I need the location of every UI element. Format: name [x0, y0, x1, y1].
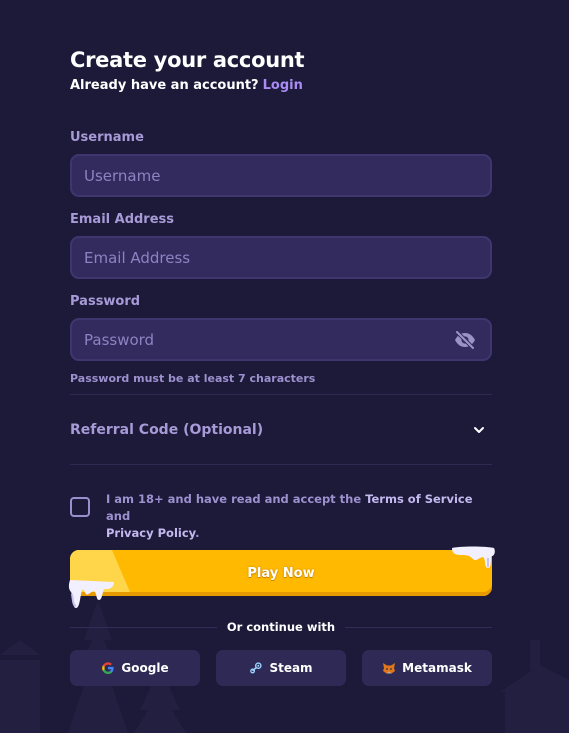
email-label: Email Address: [70, 212, 175, 227]
metamask-label: Metamask: [402, 661, 472, 675]
terms-row: I am 18+ and have read and accept the Te…: [70, 491, 492, 542]
terms-prefix: I am 18+ and have read and accept the: [106, 492, 362, 506]
divider-line: [345, 626, 493, 628]
terms-suffix: .: [195, 526, 200, 540]
steam-label: Steam: [269, 661, 313, 675]
password-field-wrapper: [70, 318, 492, 361]
social-divider: Or continue with: [70, 618, 493, 636]
username-field-wrapper: [70, 154, 492, 197]
email-field-wrapper: [70, 236, 492, 279]
google-login-button[interactable]: Google: [70, 650, 200, 686]
metamask-icon: [383, 663, 396, 674]
referral-code-toggle[interactable]: Referral Code (Optional): [70, 395, 492, 465]
privacy-policy-link[interactable]: Privacy Policy: [106, 526, 195, 540]
page-title: Create your account: [70, 48, 305, 72]
terms-mid: and: [106, 509, 131, 523]
divider: [70, 464, 492, 465]
username-input[interactable]: [72, 156, 490, 195]
play-now-button[interactable]: Play Now: [68, 546, 495, 608]
steam-login-button[interactable]: Steam: [216, 650, 346, 686]
social-buttons: Google Steam Metamask: [70, 650, 492, 686]
terms-text: I am 18+ and have read and accept the Te…: [106, 491, 492, 542]
social-divider-text: Or continue with: [226, 620, 336, 634]
google-label: Google: [121, 661, 169, 675]
password-input[interactable]: [72, 320, 490, 359]
login-link[interactable]: Login: [263, 78, 303, 93]
play-now-label: Play Now: [247, 565, 315, 581]
snow-decoration-icon: [68, 580, 114, 608]
terms-of-service-link[interactable]: Terms of Service: [365, 492, 472, 506]
username-label: Username: [70, 130, 144, 145]
login-prompt-text: Already have an account?: [70, 78, 259, 93]
terms-checkbox[interactable]: [70, 497, 90, 517]
divider-line: [70, 626, 217, 628]
eye-off-icon[interactable]: [454, 330, 476, 350]
google-icon: [102, 662, 115, 674]
chevron-down-icon: [474, 427, 484, 433]
email-input[interactable]: [72, 238, 490, 277]
referral-code-label: Referral Code (Optional): [70, 422, 264, 438]
password-label: Password: [70, 294, 141, 309]
steam-icon: [250, 662, 263, 674]
password-hint: Password must be at least 7 characters: [70, 372, 316, 385]
login-prompt: Already have an account? Login: [70, 78, 303, 93]
snow-decoration-icon: [452, 546, 495, 568]
metamask-login-button[interactable]: Metamask: [362, 650, 492, 686]
